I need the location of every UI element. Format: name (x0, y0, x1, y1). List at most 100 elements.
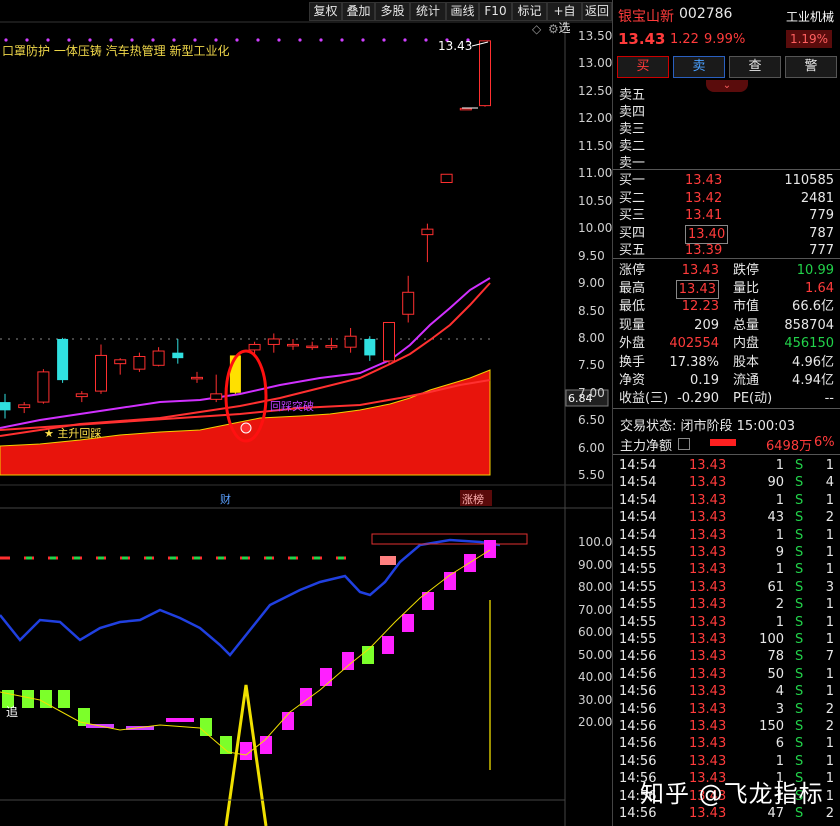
stat-label: 股本 (733, 355, 760, 370)
tick-side: S (795, 527, 804, 543)
tick-side: S (795, 684, 804, 700)
tick-time: 14:56 (619, 666, 657, 682)
stat-label: 总量 (733, 317, 760, 333)
toolbar-diejia-button[interactable]: 叠加 (342, 2, 375, 21)
trade-status: 交易状态: 闭市阶段 15:00:03 (620, 419, 796, 434)
candle-body (191, 376, 203, 380)
candle-body (344, 335, 357, 348)
signal-dot (424, 38, 428, 42)
tick-row: 14:56 13.43 50 S 1 (613, 666, 840, 683)
toolbar-biaoji-button[interactable]: 标记 (512, 2, 547, 21)
buy-level-row[interactable]: 买五 13.39 777 (613, 242, 840, 259)
buy-level-label: 买五 (619, 243, 646, 259)
price-change: 1.22 (670, 32, 699, 47)
tick-volume: 1 (775, 492, 784, 508)
tick-time: 14:56 (619, 684, 657, 700)
tick-count: 1 (825, 492, 834, 508)
buy-button[interactable]: 买 (617, 56, 669, 78)
candle-body (364, 338, 376, 356)
indicator-block (402, 614, 414, 632)
toolbar-f10-button[interactable]: F10 (479, 2, 512, 21)
candle-body (402, 291, 415, 315)
collapse-icon[interactable]: ⌄ (706, 80, 748, 92)
signal-dot (277, 38, 281, 42)
tick-side: S (795, 475, 804, 491)
candle-body (152, 350, 165, 366)
sell-button[interactable]: 卖 (673, 56, 725, 78)
tick-side: S (795, 597, 804, 613)
diamond-icon[interactable]: ◇ (532, 22, 542, 36)
tick-price: 13.43 (689, 579, 727, 595)
toolbar-tongji-button[interactable]: 统计 (410, 2, 446, 21)
info-icon[interactable] (678, 438, 690, 450)
settings-icon[interactable]: ⚙ (548, 22, 559, 36)
buy-level-row[interactable]: 买一 13.43 110585 (613, 172, 840, 189)
tick-time: 14:56 (619, 649, 657, 665)
tick-count: 7 (825, 649, 834, 665)
query-button[interactable]: 查 (729, 56, 781, 78)
candle-body (306, 345, 319, 349)
tick-row: 14:55 13.43 61 S 3 (613, 579, 840, 596)
tick-side: S (795, 545, 804, 560)
stat-value: 0.19 (690, 373, 719, 389)
kline-chart[interactable]: 13.43 ★ 主升回踩 回踩突破 财 涨榜 6.84 ◇ ⚙ 追 (0, 0, 612, 826)
tick-time: 14:55 (619, 545, 657, 560)
tick-price: 13.43 (689, 632, 727, 647)
tick-price: 13.43 (689, 545, 727, 560)
zhangbang-label: 涨榜 (462, 492, 484, 506)
tick-time: 14:55 (619, 614, 657, 630)
alert-button[interactable]: 警 (785, 56, 837, 78)
tick-time: 14:54 (619, 510, 657, 526)
tick-volume: 100 (759, 632, 784, 647)
buy-level-row[interactable]: 买四 13.40 787 (613, 224, 840, 244)
tick-side: S (795, 666, 804, 682)
tick-price: 13.43 (689, 753, 727, 769)
indicator-bar (166, 718, 194, 722)
toolbar-fanhui-button[interactable]: 返回 (582, 2, 612, 21)
buy-level-price: 13.43 (685, 173, 723, 188)
stats-row: 最低 12.23 市值 66.6亿 (613, 298, 840, 315)
stats-row: 最高 13.43 量比 1.64 (613, 280, 840, 300)
tick-price: 13.43 (689, 475, 727, 491)
tick-row: 14:54 13.43 1 S 1 (613, 492, 840, 509)
signal-marker-icon (240, 422, 252, 434)
tick-time: 14:55 (619, 597, 657, 613)
stock-code: 002786 (679, 6, 733, 22)
buy-level-volume: 787 (809, 225, 834, 241)
tick-time: 14:56 (619, 736, 657, 752)
tick-count: 1 (825, 614, 834, 630)
stat-label: 换手 (619, 355, 646, 370)
tick-volume: 3 (775, 701, 784, 717)
signal-dot (361, 38, 365, 42)
candle-body (267, 338, 280, 345)
buy-level-price: 13.39 (685, 243, 723, 259)
toolbar-huaxian-button[interactable]: 画线 (446, 2, 479, 21)
indicator-block (240, 742, 252, 760)
tick-row: 14:55 13.43 2 S 1 (613, 596, 840, 613)
indicator-block (484, 540, 496, 558)
tick-count: 2 (825, 510, 834, 526)
tick-side: S (795, 562, 804, 578)
tick-row: 14:54 13.43 43 S 2 (613, 509, 840, 526)
stat-label: 收益(三) (619, 391, 669, 407)
tick-count: 1 (825, 736, 834, 752)
toolbar-fuquan-button[interactable]: 复权 (309, 2, 342, 21)
buy-level-volume: 110585 (784, 173, 834, 188)
main-flow-pct: 6% (814, 435, 835, 450)
candle-body (287, 343, 299, 347)
indicator-block (22, 690, 34, 708)
candle-body (421, 228, 434, 236)
signal-dot (319, 38, 323, 42)
tick-volume: 1 (775, 562, 784, 578)
toolbar-duogu-button[interactable]: 多股 (375, 2, 410, 21)
tick-count: 1 (825, 788, 834, 804)
stat-label: 外盘 (619, 335, 646, 351)
stat-label: PE(动) (733, 391, 773, 407)
toolbar-zixuan-button[interactable]: +自选 (547, 2, 582, 35)
tick-volume: 2 (775, 597, 784, 613)
buy-level-row[interactable]: 买二 13.42 2481 (613, 190, 840, 207)
tick-count: 4 (825, 475, 834, 491)
candle-body (459, 107, 472, 111)
buy-level-row[interactable]: 买三 13.41 779 (613, 207, 840, 224)
industry-name[interactable]: 工业机械 (786, 8, 834, 25)
